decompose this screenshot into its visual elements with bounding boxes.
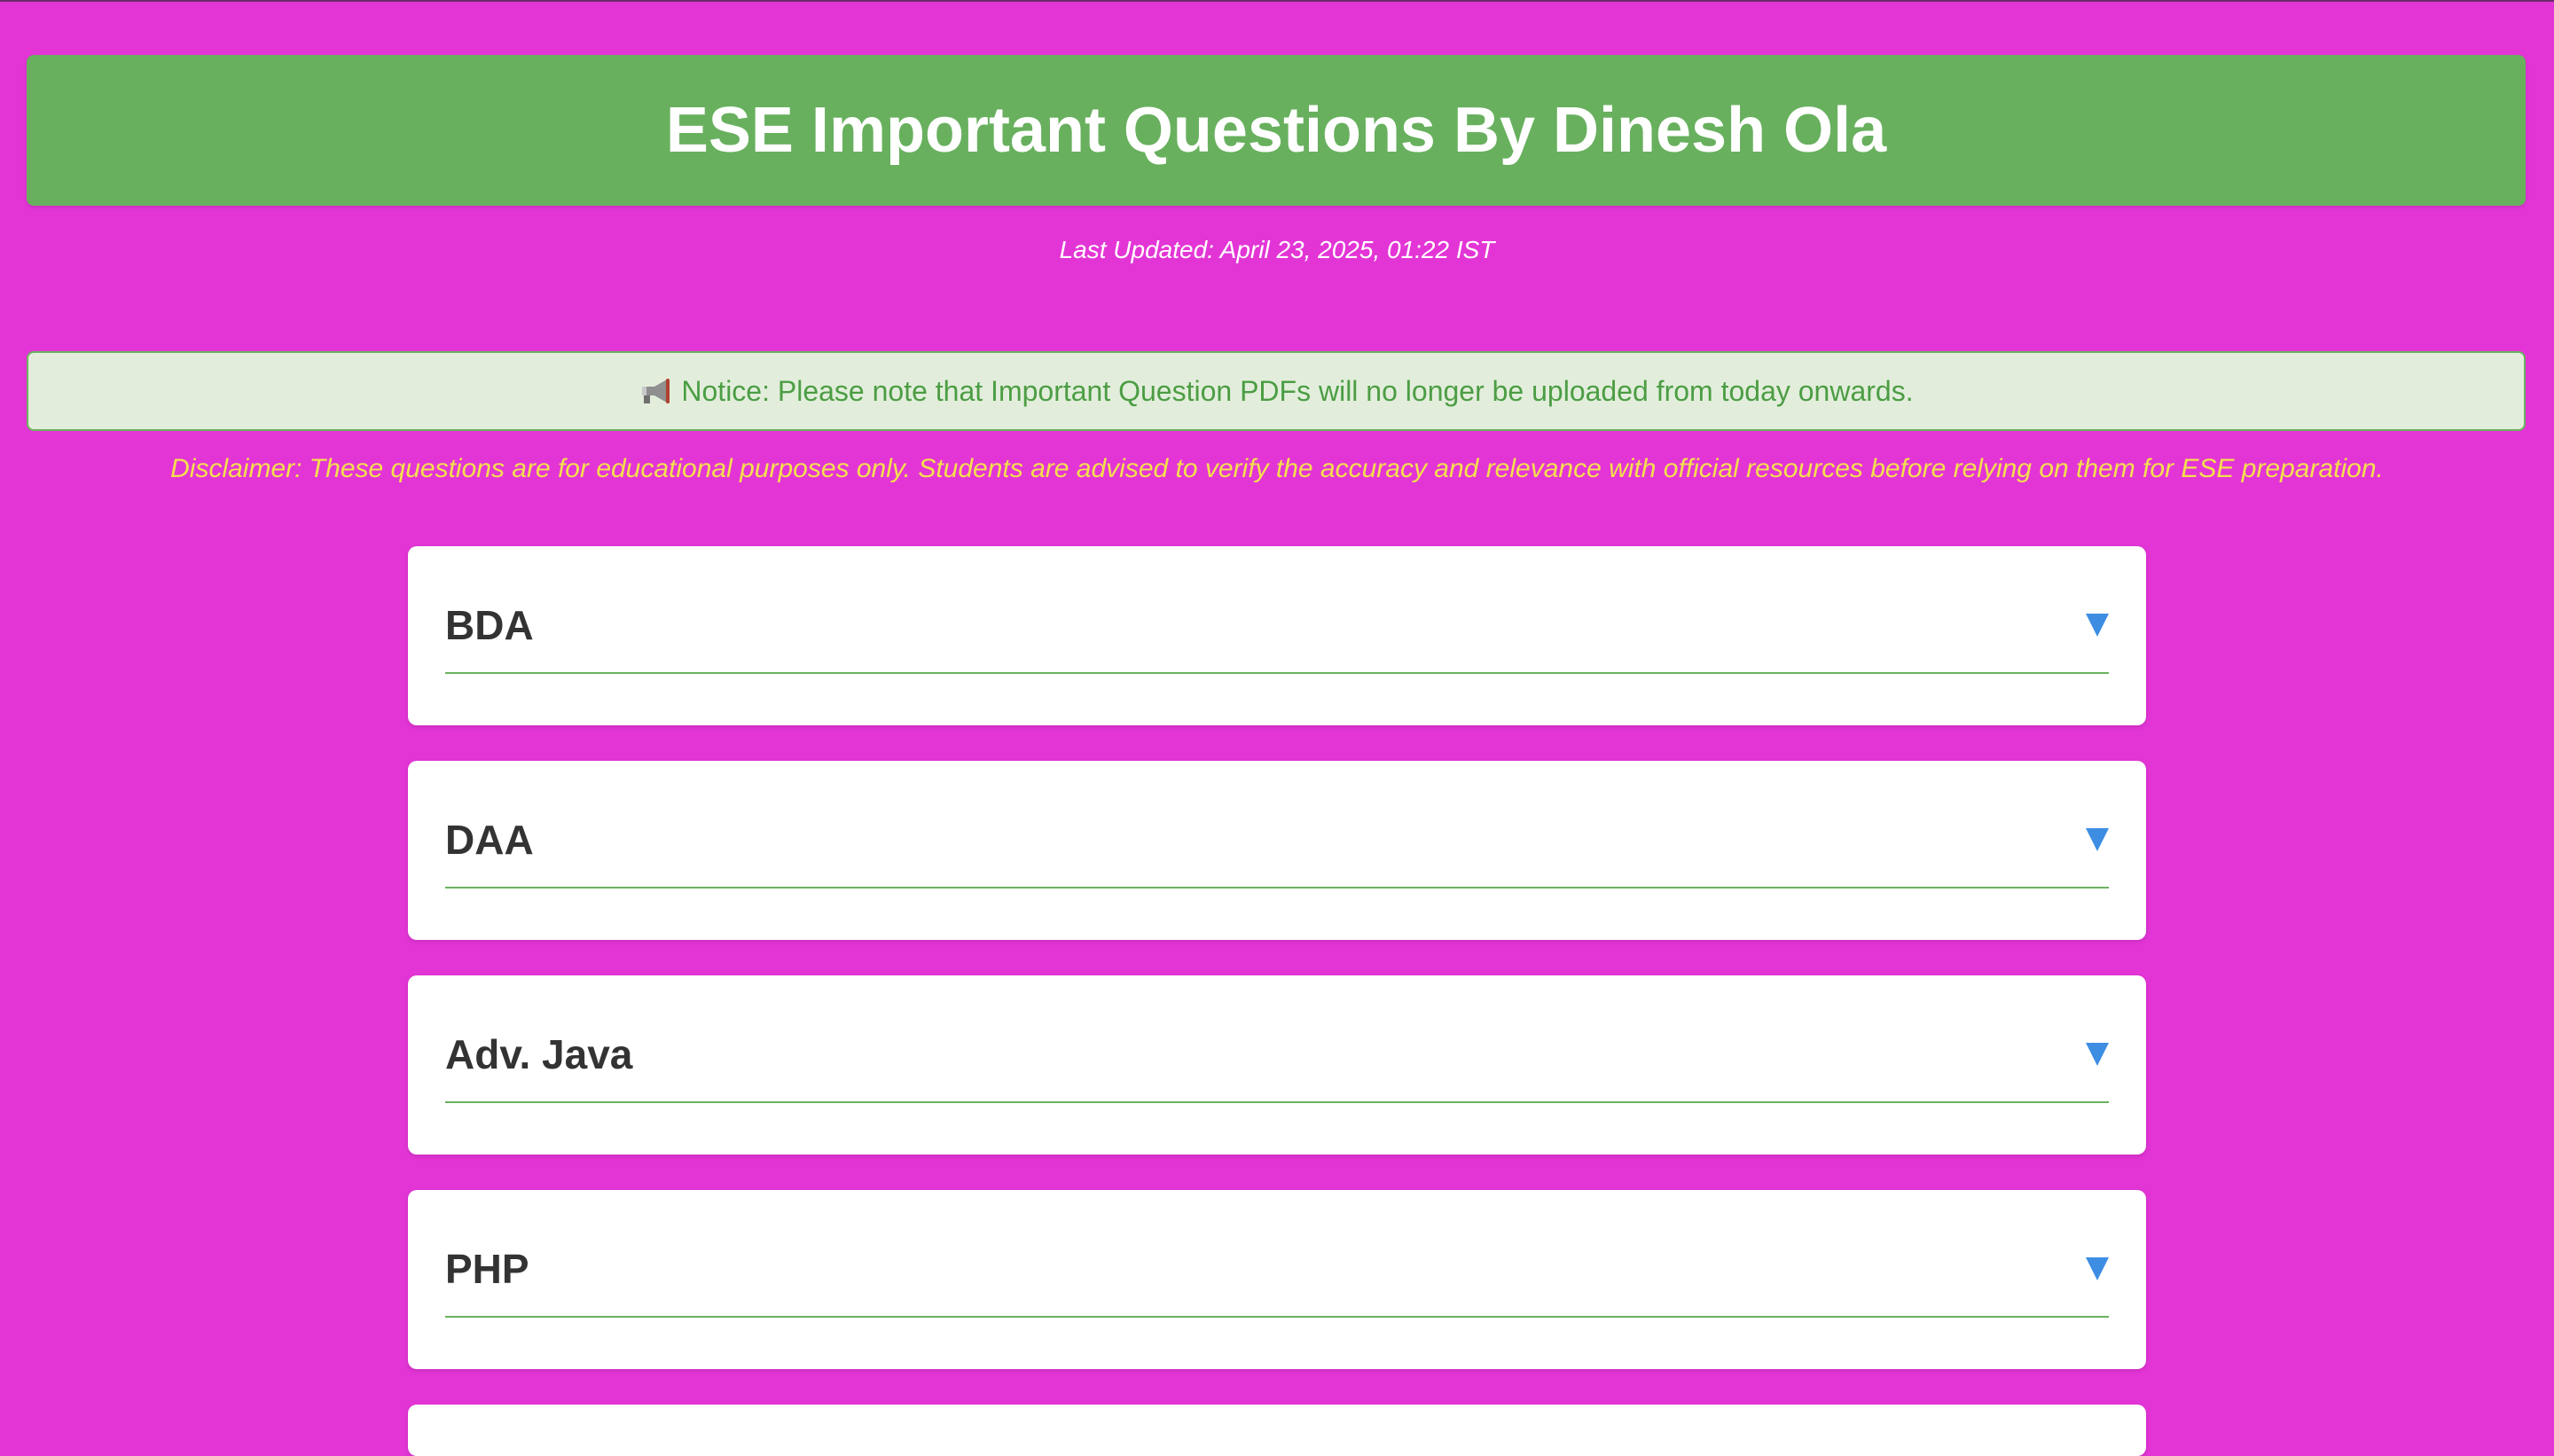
subject-title: BDA (445, 602, 534, 648)
page-title: ESE Important Questions By Dinesh Ola (665, 95, 1887, 166)
subject-card-adv-java: Adv. Java (408, 975, 2146, 1155)
subject-toggle-php[interactable]: PHP (445, 1222, 2109, 1318)
subject-title: PHP (445, 1246, 529, 1292)
chevron-down-icon[interactable] (2086, 1257, 2109, 1280)
subject-card-daa: DAA (408, 761, 2146, 940)
chevron-down-icon[interactable] (2086, 614, 2109, 637)
subject-title: DAA (445, 817, 534, 863)
disclaimer-text: Disclaimer: These questions are for educ… (170, 454, 2384, 483)
subject-card-partial[interactable] (408, 1405, 2146, 1456)
subject-title: Adv. Java (445, 1031, 633, 1077)
subject-toggle-adv-java[interactable]: Adv. Java (445, 1007, 2109, 1103)
subject-card-bda: BDA (408, 546, 2146, 725)
megaphone-icon (638, 376, 674, 406)
subject-toggle-bda[interactable]: BDA (445, 578, 2109, 674)
notice-text: Notice: Please note that Important Quest… (681, 374, 1914, 407)
page-header: ESE Important Questions By Dinesh Ola (27, 55, 2526, 206)
notice-banner: Notice: Please note that Important Quest… (27, 351, 2526, 431)
chevron-down-icon[interactable] (2086, 1043, 2109, 1066)
chevron-down-icon[interactable] (2086, 828, 2109, 851)
subject-card-php: PHP (408, 1190, 2146, 1369)
subject-toggle-daa[interactable]: DAA (445, 793, 2109, 888)
last-updated-text: Last Updated: April 23, 2025, 01:22 IST (1059, 236, 1495, 263)
